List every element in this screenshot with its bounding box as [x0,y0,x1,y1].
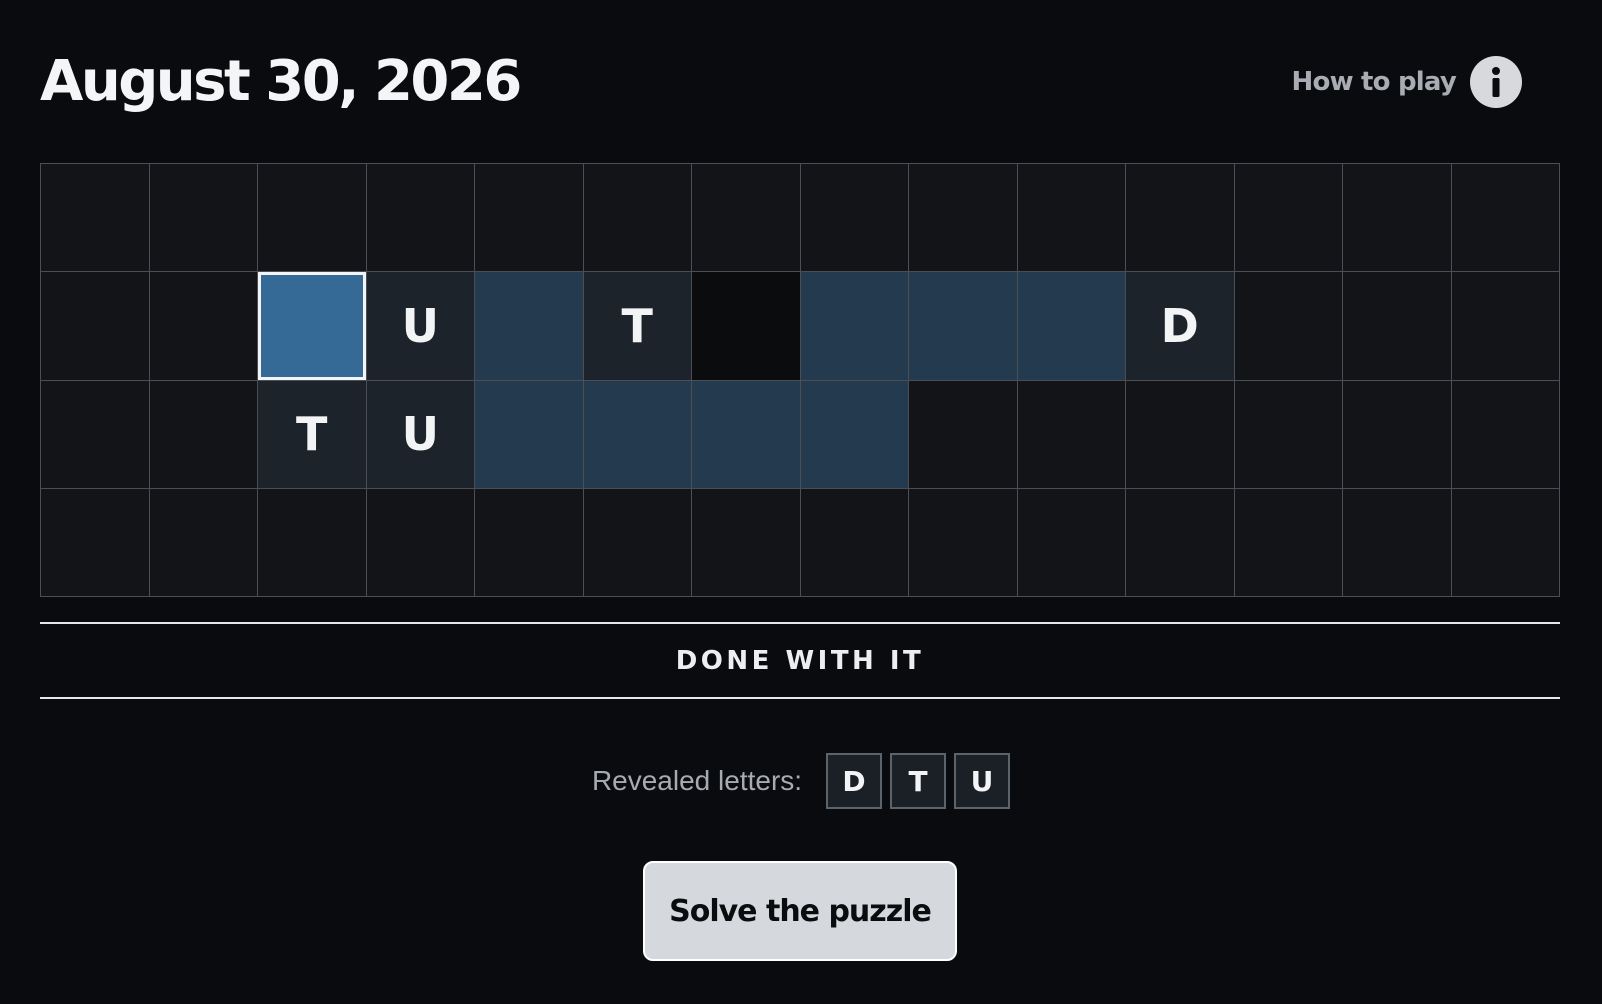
grid-cell[interactable] [1234,272,1342,380]
grid-cell[interactable] [1451,164,1559,272]
grid-cell[interactable]: T [583,272,691,380]
revealed-letters-label: Revealed letters: [591,765,803,796]
grid-cell[interactable] [800,380,908,488]
grid-cell[interactable] [41,380,149,488]
revealed-letter-tiles: DTU [826,753,1011,809]
grid-cell[interactable] [583,164,691,272]
grid-cell[interactable] [1126,164,1234,272]
grid-cell[interactable] [258,164,366,272]
grid-cell[interactable] [41,272,149,380]
revealed-letter-tile: T [890,753,947,809]
clue-bar: DONE WITH IT [40,622,1560,699]
grid-cell[interactable] [1017,380,1125,488]
grid-cell[interactable] [1343,488,1451,596]
grid-cell[interactable] [1343,272,1451,380]
grid-cell[interactable] [149,272,257,380]
revealed-letter-tile: U [954,753,1011,809]
grid-cell[interactable] [692,488,800,596]
grid-cell[interactable] [909,164,1017,272]
grid-cell[interactable] [475,488,583,596]
grid-cell[interactable] [1017,272,1125,380]
grid-cell[interactable] [1234,380,1342,488]
grid-cell[interactable] [475,272,583,380]
grid-cell[interactable]: T [258,380,366,488]
grid-cell[interactable] [366,488,474,596]
grid-cell[interactable] [1126,380,1234,488]
grid-cell[interactable] [41,488,149,596]
grid-cell[interactable] [583,488,691,596]
grid-cell[interactable] [800,164,908,272]
info-glyph-icon [1492,67,1500,97]
how-to-play-label: How to play [1291,67,1457,97]
revealed-letter-tile: D [826,753,883,809]
grid-cell[interactable] [1451,272,1559,380]
solve-puzzle-button[interactable]: Solve the puzzle [643,861,957,961]
grid-cell[interactable] [692,164,800,272]
grid-cell[interactable] [258,488,366,596]
grid-cell[interactable] [1126,488,1234,596]
grid-cell[interactable] [1017,488,1125,596]
grid-cell[interactable] [1234,164,1342,272]
grid-cell[interactable] [583,380,691,488]
grid-cell[interactable] [1234,488,1342,596]
grid-cell-selected[interactable] [258,272,366,380]
grid-cell[interactable] [909,272,1017,380]
grid-cell[interactable] [909,380,1017,488]
grid-cell[interactable] [1017,164,1125,272]
info-icon[interactable] [1470,56,1522,108]
grid-cell[interactable] [149,488,257,596]
grid-cell[interactable] [1343,380,1451,488]
grid-cell[interactable] [800,488,908,596]
grid-cell[interactable] [149,380,257,488]
grid-cell[interactable] [692,380,800,488]
revealed-letters: Revealed letters: DTU [0,753,1602,809]
grid-cell[interactable] [475,164,583,272]
page-title: August 30, 2026 [40,49,522,114]
puzzle-grid: UTDTU [40,163,1560,597]
grid-cell[interactable] [692,272,800,380]
grid-cell[interactable] [1451,380,1559,488]
grid-cell[interactable]: U [366,272,474,380]
grid-cell[interactable] [475,380,583,488]
grid-cell[interactable] [366,164,474,272]
grid-cell[interactable] [41,164,149,272]
grid-cell[interactable] [800,272,908,380]
grid-cell[interactable] [149,164,257,272]
grid-cell[interactable]: D [1126,272,1234,380]
grid-cell[interactable]: U [366,380,474,488]
grid-cell[interactable] [1343,164,1451,272]
grid-cell[interactable] [909,488,1017,596]
how-to-play-button[interactable]: How to play [1292,56,1522,108]
grid-cell[interactable] [1451,488,1559,596]
